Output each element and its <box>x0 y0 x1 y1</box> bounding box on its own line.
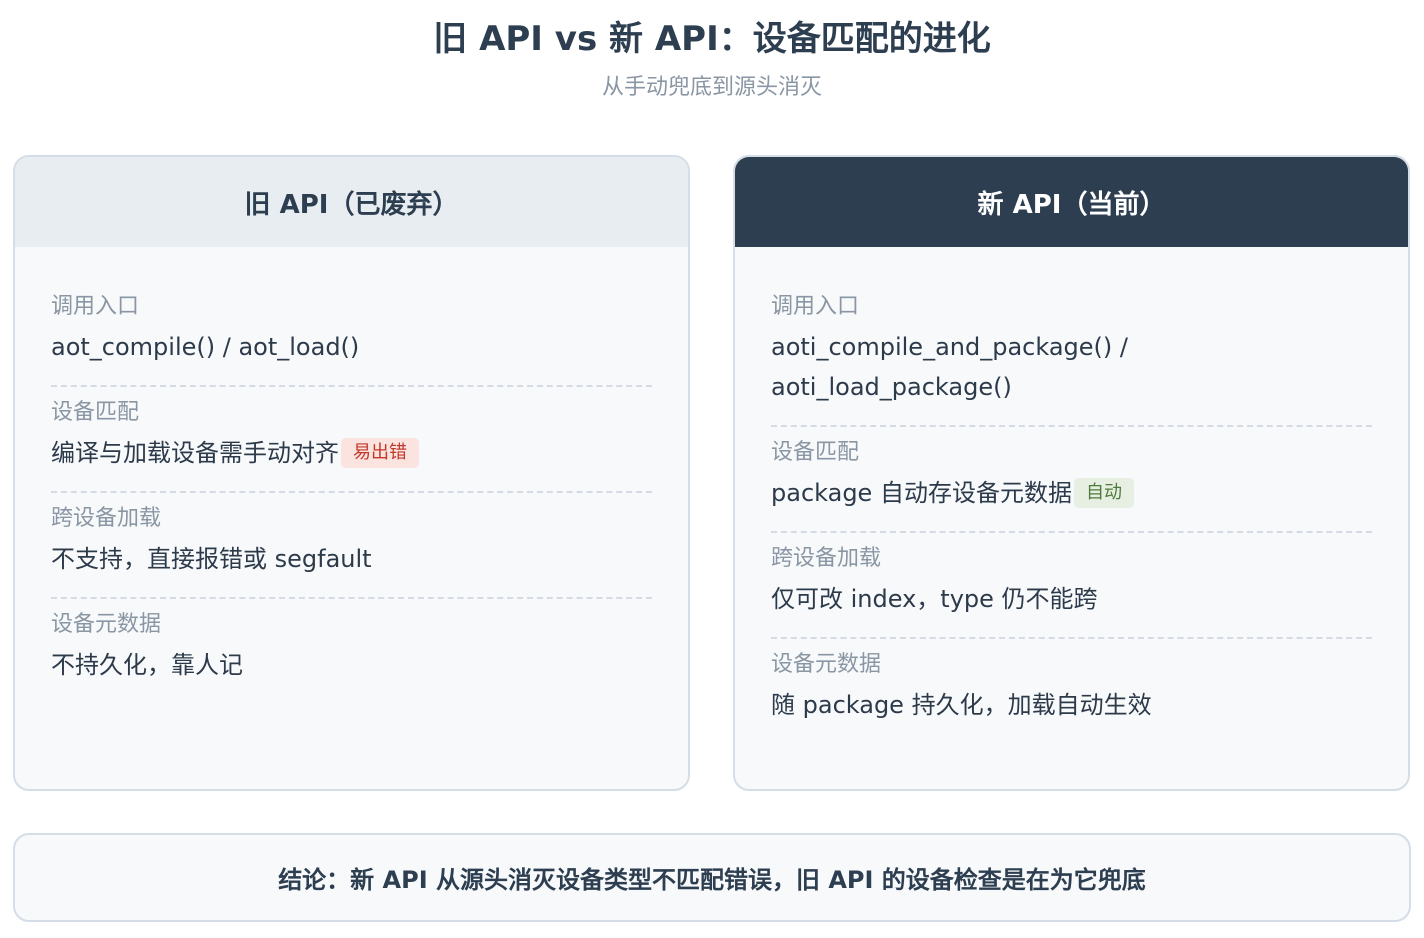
page-title: 旧 API vs 新 API：设备匹配的进化 <box>433 19 991 59</box>
row-label: 设备元数据 <box>51 612 162 637</box>
old-api-row-entry: 调用入口 aot_compile() / aot_load() <box>51 291 652 387</box>
row-value: 仅可改 index，type 仍不能跨 <box>771 575 1372 637</box>
row-label: 设备匹配 <box>771 440 860 465</box>
row-value: 编译与加载设备需手动对齐 易出错 <box>51 429 652 491</box>
row-value: 不支持，直接报错或 segfault <box>51 535 652 597</box>
auto-badge: 自动 <box>1073 478 1134 508</box>
row-value-text: aoti_compile_and_package() / aoti_load_p… <box>771 333 1128 401</box>
page-subtitle: 从手动兜底到源头消灭 <box>601 75 822 100</box>
old-api-panel: 旧 API（已废弃） 调用入口 aot_compile() / aot_load… <box>13 155 690 791</box>
conclusion-box: 结论：新 API 从源头消灭设备类型不匹配错误，旧 API 的设备检查是在为它兜… <box>13 833 1411 922</box>
new-api-panel: 新 API（当前） 调用入口 aoti_compile_and_package(… <box>733 155 1410 791</box>
new-api-row-entry: 调用入口 aoti_compile_and_package() / aoti_l… <box>771 291 1372 427</box>
row-label: 跨设备加载 <box>51 506 162 531</box>
old-api-row-cross-device: 跨设备加载 不支持，直接报错或 segfault <box>51 493 652 599</box>
new-api-row-metadata: 设备元数据 随 package 持久化，加载自动生效 <box>771 639 1372 743</box>
old-api-row-device-match: 设备匹配 编译与加载设备需手动对齐 易出错 <box>51 387 652 493</box>
row-value: 随 package 持久化，加载自动生效 <box>771 681 1372 743</box>
row-value-text: 仅可改 index，type 仍不能跨 <box>771 585 1098 613</box>
error-prone-badge: 易出错 <box>341 438 419 468</box>
row-value-text: 编译与加载设备需手动对齐 <box>51 439 339 467</box>
row-value-text: 不支持，直接报错或 segfault <box>51 545 372 573</box>
row-label: 调用入口 <box>51 294 140 319</box>
row-value-text: aot_compile() / aot_load() <box>51 333 360 361</box>
row-label: 设备元数据 <box>771 652 882 677</box>
row-value-text: package 自动存设备元数据 <box>771 479 1072 507</box>
row-value-text: 不持久化，靠人记 <box>51 651 243 679</box>
row-label: 跨设备加载 <box>771 546 882 571</box>
new-api-header: 新 API（当前） <box>735 157 1408 247</box>
row-label: 调用入口 <box>771 294 860 319</box>
conclusion-text: 结论：新 API 从源头消灭设备类型不匹配错误，旧 API 的设备检查是在为它兜… <box>278 866 1146 894</box>
old-api-row-metadata: 设备元数据 不持久化，靠人记 <box>51 599 652 703</box>
old-api-header: 旧 API（已废弃） <box>15 157 688 247</box>
row-value-text: 随 package 持久化，加载自动生效 <box>771 691 1152 719</box>
new-api-row-cross-device: 跨设备加载 仅可改 index，type 仍不能跨 <box>771 533 1372 639</box>
new-api-row-device-match: 设备匹配 package 自动存设备元数据 自动 <box>771 427 1372 533</box>
row-value: package 自动存设备元数据 自动 <box>771 469 1372 531</box>
row-value: aoti_compile_and_package() / aoti_load_p… <box>771 323 1372 425</box>
row-value: aot_compile() / aot_load() <box>51 323 652 385</box>
row-value: 不持久化，靠人记 <box>51 641 652 703</box>
row-label: 设备匹配 <box>51 400 140 425</box>
